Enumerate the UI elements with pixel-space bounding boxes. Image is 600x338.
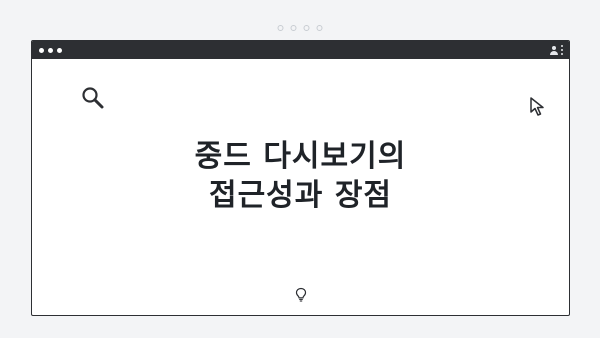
window-controls <box>39 47 62 53</box>
pagination-dot <box>303 25 310 31</box>
search-icon <box>82 87 104 109</box>
window-titlebar <box>32 41 569 59</box>
title-line-2: 접근성과 장점 <box>208 178 393 213</box>
pagination-dots <box>277 25 323 31</box>
window-content: 중드 다시보기의 접근성과 장점 <box>32 59 569 315</box>
cursor-arrow-icon <box>530 97 544 116</box>
page-title: 중드 다시보기의 접근성과 장점 <box>32 137 569 215</box>
user-icon[interactable] <box>550 45 558 55</box>
titlebar-actions <box>550 44 563 56</box>
kebab-menu-icon[interactable] <box>561 45 563 55</box>
window-control-dot[interactable] <box>39 47 44 53</box>
browser-window: 중드 다시보기의 접근성과 장점 <box>31 40 570 316</box>
window-control-dot[interactable] <box>48 47 53 53</box>
title-line-1: 중드 다시보기의 <box>194 139 407 174</box>
pagination-dot <box>316 25 323 31</box>
pagination-dot <box>277 25 284 31</box>
window-control-dot[interactable] <box>57 47 62 53</box>
pagination-dot <box>290 25 297 31</box>
lightbulb-icon <box>295 287 306 302</box>
